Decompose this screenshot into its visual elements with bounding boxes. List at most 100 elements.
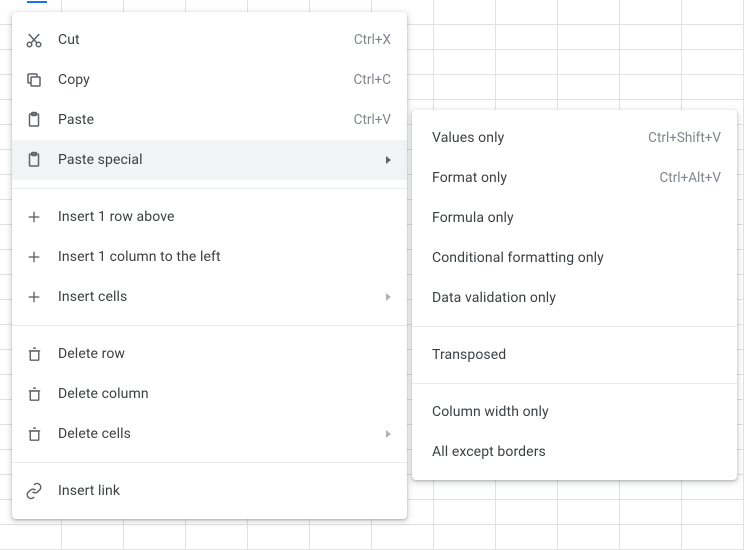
spreadsheet-cell[interactable] bbox=[620, 50, 682, 75]
menu-item-delete-row[interactable]: Delete row bbox=[12, 334, 407, 374]
menu-item-delete-cells[interactable]: Delete cells bbox=[12, 414, 407, 454]
paste-icon bbox=[24, 110, 44, 130]
spreadsheet-cell[interactable] bbox=[496, 75, 558, 100]
spreadsheet-cell[interactable] bbox=[310, 525, 372, 550]
submenu-arrow-icon bbox=[386, 293, 391, 301]
menu-label: Delete cells bbox=[58, 426, 376, 442]
spreadsheet-cell[interactable] bbox=[558, 525, 620, 550]
spreadsheet-cell[interactable] bbox=[496, 25, 558, 50]
menu-label: Data validation only bbox=[432, 290, 721, 306]
spreadsheet-cell[interactable] bbox=[434, 0, 496, 25]
spreadsheet-cell[interactable] bbox=[682, 50, 744, 75]
spreadsheet-cell[interactable] bbox=[620, 0, 682, 25]
spreadsheet-cell[interactable] bbox=[620, 75, 682, 100]
submenu-item-values-only[interactable]: Values only Ctrl+Shift+V bbox=[412, 118, 737, 158]
submenu-arrow-icon bbox=[386, 430, 391, 438]
spreadsheet-cell[interactable] bbox=[434, 25, 496, 50]
menu-label: Conditional formatting only bbox=[432, 250, 721, 266]
menu-shortcut: Ctrl+Shift+V bbox=[648, 130, 721, 146]
menu-shortcut: Ctrl+Alt+V bbox=[660, 170, 721, 186]
menu-item-insert-row-above[interactable]: Insert 1 row above bbox=[12, 197, 407, 237]
menu-label: Transposed bbox=[432, 347, 721, 363]
copy-icon bbox=[24, 70, 44, 90]
menu-label: Paste bbox=[58, 112, 342, 128]
submenu-arrow-icon bbox=[386, 156, 391, 164]
plus-icon bbox=[24, 247, 44, 267]
menu-label: Cut bbox=[58, 32, 342, 48]
menu-separator bbox=[12, 462, 407, 463]
spreadsheet-cell[interactable] bbox=[558, 500, 620, 525]
menu-shortcut: Ctrl+C bbox=[353, 72, 391, 88]
spreadsheet-cell[interactable] bbox=[372, 525, 434, 550]
menu-item-insert-cells[interactable]: Insert cells bbox=[12, 277, 407, 317]
menu-item-insert-link[interactable]: Insert link bbox=[12, 471, 407, 511]
spreadsheet-cell[interactable] bbox=[62, 525, 124, 550]
menu-label: Insert 1 column to the left bbox=[58, 249, 391, 265]
submenu-item-formula-only[interactable]: Formula only bbox=[412, 198, 737, 238]
spreadsheet-cell[interactable] bbox=[248, 525, 310, 550]
cut-icon bbox=[24, 30, 44, 50]
menu-item-paste[interactable]: Paste Ctrl+V bbox=[12, 100, 407, 140]
submenu-item-format-only[interactable]: Format only Ctrl+Alt+V bbox=[412, 158, 737, 198]
plus-icon bbox=[24, 287, 44, 307]
menu-label: Formula only bbox=[432, 210, 721, 226]
spreadsheet-cell[interactable] bbox=[682, 500, 744, 525]
spreadsheet-cell[interactable] bbox=[558, 0, 620, 25]
submenu-item-transposed[interactable]: Transposed bbox=[412, 335, 737, 375]
spreadsheet-cell[interactable] bbox=[496, 525, 558, 550]
spreadsheet-cell[interactable] bbox=[682, 75, 744, 100]
menu-label: Insert cells bbox=[58, 289, 376, 305]
spreadsheet-cell[interactable] bbox=[620, 525, 682, 550]
menu-label: Column width only bbox=[432, 404, 721, 420]
menu-item-copy[interactable]: Copy Ctrl+C bbox=[12, 60, 407, 100]
spreadsheet-cell[interactable] bbox=[620, 500, 682, 525]
submenu-item-data-validation-only[interactable]: Data validation only bbox=[412, 278, 737, 318]
spreadsheet-cell[interactable] bbox=[620, 25, 682, 50]
menu-shortcut: Ctrl+V bbox=[354, 112, 391, 128]
menu-separator bbox=[412, 383, 737, 384]
menu-label: Values only bbox=[432, 130, 636, 146]
menu-label: Insert 1 row above bbox=[58, 209, 391, 225]
menu-label: Delete row bbox=[58, 346, 391, 362]
spreadsheet-cell[interactable] bbox=[558, 50, 620, 75]
spreadsheet-cell[interactable] bbox=[558, 75, 620, 100]
paste-icon bbox=[24, 150, 44, 170]
spreadsheet-cell[interactable] bbox=[496, 0, 558, 25]
spreadsheet-cell[interactable] bbox=[124, 525, 186, 550]
spreadsheet-cell[interactable] bbox=[0, 525, 62, 550]
paste-special-submenu: Values only Ctrl+Shift+V Format only Ctr… bbox=[412, 110, 737, 480]
menu-label: Insert link bbox=[58, 483, 391, 499]
spreadsheet-cell[interactable] bbox=[434, 75, 496, 100]
menu-label: Delete column bbox=[58, 386, 391, 402]
submenu-item-column-width-only[interactable]: Column width only bbox=[412, 392, 737, 432]
submenu-item-all-except-borders[interactable]: All except borders bbox=[412, 432, 737, 472]
menu-shortcut: Ctrl+X bbox=[354, 32, 391, 48]
trash-icon bbox=[24, 344, 44, 364]
menu-separator bbox=[412, 326, 737, 327]
spreadsheet-cell[interactable] bbox=[558, 25, 620, 50]
trash-icon bbox=[24, 384, 44, 404]
menu-item-cut[interactable]: Cut Ctrl+X bbox=[12, 20, 407, 60]
selection-indicator bbox=[27, 0, 47, 3]
spreadsheet-cell[interactable] bbox=[186, 525, 248, 550]
spreadsheet-cell[interactable] bbox=[434, 50, 496, 75]
context-menu: Cut Ctrl+X Copy Ctrl+C Paste Ctrl+V bbox=[12, 12, 407, 519]
menu-label: All except borders bbox=[432, 444, 721, 460]
spreadsheet-cell[interactable] bbox=[496, 50, 558, 75]
menu-item-paste-special[interactable]: Paste special bbox=[12, 140, 407, 180]
spreadsheet-cell[interactable] bbox=[434, 500, 496, 525]
link-icon bbox=[24, 481, 44, 501]
menu-item-delete-column[interactable]: Delete column bbox=[12, 374, 407, 414]
submenu-item-conditional-formatting-only[interactable]: Conditional formatting only bbox=[412, 238, 737, 278]
spreadsheet-cell[interactable] bbox=[682, 525, 744, 550]
menu-label: Copy bbox=[58, 72, 341, 88]
spreadsheet-cell[interactable] bbox=[682, 0, 744, 25]
menu-label: Paste special bbox=[58, 152, 376, 168]
spreadsheet-cell[interactable] bbox=[496, 500, 558, 525]
spreadsheet-cell[interactable] bbox=[434, 525, 496, 550]
plus-icon bbox=[24, 207, 44, 227]
menu-item-insert-column-left[interactable]: Insert 1 column to the left bbox=[12, 237, 407, 277]
trash-icon bbox=[24, 424, 44, 444]
menu-separator bbox=[12, 188, 407, 189]
spreadsheet-cell[interactable] bbox=[682, 25, 744, 50]
